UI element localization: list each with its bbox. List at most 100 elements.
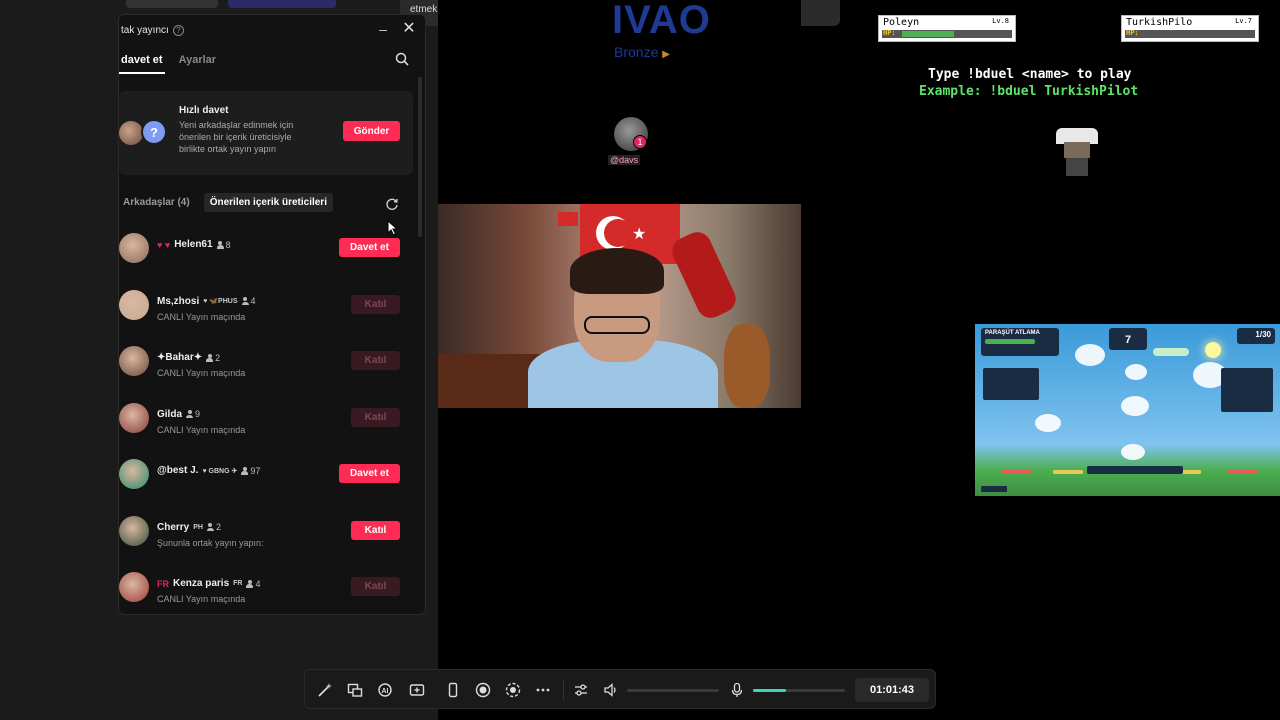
magic-wand-icon[interactable] — [317, 682, 333, 698]
person-icon — [246, 579, 254, 588]
creator-name: Helen61 — [174, 239, 213, 250]
cloud — [1075, 344, 1105, 366]
refresh-icon[interactable] — [385, 197, 399, 211]
creator-status: CANLI Yayın maçında — [157, 594, 246, 604]
hp-fill — [902, 31, 954, 37]
play-icon: ▶ — [662, 49, 670, 60]
viewer-count: 8 — [216, 239, 231, 250]
list-item: ♥ ♥ Helen61 8 Davet et — [119, 231, 419, 288]
minimize-button[interactable]: – — [375, 22, 391, 39]
svg-text:AI: AI — [382, 688, 389, 695]
person-icon — [206, 523, 214, 531]
sprite-body — [1066, 158, 1088, 176]
question-avatar-icon: ? — [141, 119, 167, 145]
microphone-level-fill — [753, 689, 787, 692]
landing-pad — [1227, 470, 1257, 474]
flag-star-icon: ★ — [632, 226, 647, 243]
person-icon — [186, 410, 194, 418]
parachute-title: PARAŞÜT ATLAMA — [981, 328, 1059, 356]
avatar[interactable] — [119, 346, 149, 376]
join-button[interactable]: Katıl — [351, 294, 400, 314]
creator-status: CANLI Yayın maçında — [157, 368, 246, 378]
list-item: @best J. ♥ GBNG ✈ 97 Davet et — [119, 457, 419, 514]
viewer-count: 4 — [241, 296, 256, 306]
ai-icon[interactable]: AI — [377, 682, 393, 698]
quick-invite-card: ? Hızlı davet Yeni arkadaşlar edinmek iç… — [119, 91, 413, 175]
avatar[interactable] — [119, 233, 149, 263]
join-button[interactable]: Katıl — [351, 407, 400, 427]
player-name: Poleyn — [883, 17, 920, 28]
parachute-count: 7 — [1109, 328, 1147, 350]
join-button[interactable]: Katıl — [351, 577, 400, 596]
send-button[interactable]: Gönder — [343, 121, 400, 141]
parachute-game-widget: PARAŞÜT ATLAMA 7 1/30 — [975, 324, 1280, 496]
viewer-count-value: 8 — [225, 239, 231, 250]
avatar[interactable] — [119, 572, 149, 602]
player-name: TurkishPilo — [1126, 17, 1193, 28]
creator-name: Gilda — [157, 408, 183, 420]
avatar[interactable] — [119, 402, 149, 433]
tab-invite[interactable]: davet et — [119, 51, 165, 74]
ivao-logo: IVAO — [612, 0, 711, 42]
record-icon[interactable] — [475, 682, 491, 698]
quick-invite-description: Yeni arkadaşlar edinmek için önerilen bi… — [179, 120, 294, 154]
viewer-rank-badge: 1 — [633, 135, 647, 149]
avatar[interactable] — [119, 515, 149, 546]
creator-name: Ms,zhosi — [157, 295, 200, 307]
creator-status: CANLI Yayın maçında — [157, 424, 246, 435]
panel-tabs: davet et Ayarlar — [119, 51, 218, 74]
top-thumbnail-2[interactable] — [228, 0, 336, 8]
layout-icon[interactable] — [347, 682, 363, 698]
flag-crescent-cut — [604, 219, 632, 247]
name-suffix: ♥ 🦋PHUS — [203, 298, 238, 305]
microphone-icon[interactable] — [729, 682, 745, 698]
avatar — [119, 121, 143, 145]
more-icon[interactable] — [535, 682, 551, 698]
creator-name-line: @best J. ♥ GBNG ✈ 97 — [157, 465, 260, 476]
tab-settings[interactable]: Ayarlar — [177, 51, 219, 74]
rank-text: Bronze — [614, 44, 659, 60]
parachute-leaderboard-left — [983, 368, 1039, 400]
viewer-count-value: 9 — [195, 409, 201, 419]
list-item: Ms,zhosi ♥ 🦋PHUS 4 CANLI Yayın maçında Katıl — [119, 288, 419, 345]
top-thumbnail[interactable] — [126, 0, 218, 8]
parachute-title-text: PARAŞÜT ATLAMA — [985, 330, 1040, 336]
cohost-panel: tak yayıncı ? – ✕ davet et Ayarlar ? Hız… — [118, 14, 426, 615]
creator-name-line: Ms,zhosi ♥ 🦋PHUS 4 — [157, 296, 256, 307]
tab-friends[interactable]: Arkadaşlar (4) — [119, 194, 194, 211]
name-prefix: FR — [157, 578, 169, 589]
help-icon[interactable]: ? — [172, 25, 184, 36]
player-level: Lv.7 — [1235, 17, 1252, 25]
panel-scrollbar[interactable] — [418, 77, 422, 237]
game-instruction: Type !bduel <name> to play — [928, 67, 1132, 82]
parachute-round: 1/30 — [1237, 328, 1275, 344]
creator-status: CANLI Yayın maçında — [157, 311, 246, 322]
landing-pad — [1001, 470, 1031, 474]
add-source-icon[interactable] — [409, 682, 425, 698]
creator-name-line: ✦Bahar✦ 2 — [157, 352, 220, 363]
invite-button[interactable]: Davet et — [339, 464, 400, 483]
search-icon[interactable] — [395, 52, 409, 66]
invite-button[interactable]: Davet et — [339, 238, 400, 257]
name-suffix: FR — [233, 580, 243, 587]
viewer-count: 2 — [206, 522, 221, 532]
player-card-2: TurkishPilo Lv.7 HP: — [1121, 15, 1259, 42]
phone-icon[interactable] — [445, 682, 461, 698]
join-button[interactable]: Katıl — [351, 520, 400, 540]
name-suffix: ♥ GBNG ✈ — [202, 467, 238, 475]
viewer-count-value: 97 — [250, 465, 261, 476]
target-icon[interactable] — [505, 682, 521, 698]
microphone-volume-slider[interactable] — [753, 689, 845, 692]
viewer-count-value: 2 — [215, 522, 221, 532]
avatar[interactable] — [119, 289, 149, 320]
join-button[interactable]: Katıl — [351, 351, 400, 370]
speaker-icon[interactable] — [603, 682, 619, 698]
mouse-cursor-icon — [387, 220, 399, 236]
creator-name: @best J. — [157, 465, 199, 476]
sliders-icon[interactable] — [573, 682, 589, 698]
speaker-volume-slider[interactable] — [627, 689, 719, 692]
viewer-count-value: 4 — [250, 296, 256, 306]
avatar[interactable] — [119, 459, 149, 489]
tab-suggested-creators[interactable]: Önerilen içerik üreticileri — [203, 193, 333, 212]
close-button[interactable]: ✕ — [401, 21, 417, 38]
